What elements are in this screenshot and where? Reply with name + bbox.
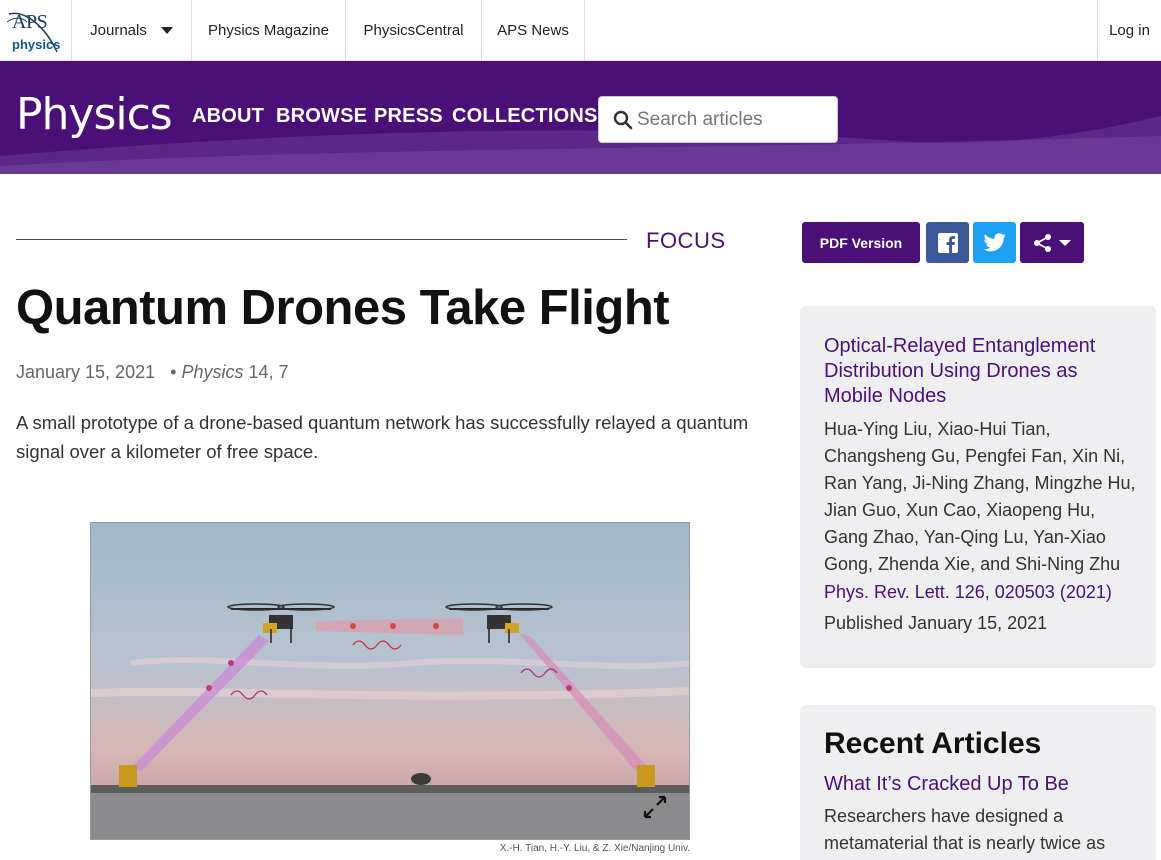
journals-label: Journals — [90, 22, 147, 39]
article-summary: A small prototype of a drone-based quant… — [16, 412, 749, 462]
journals-menu[interactable]: Journals — [72, 0, 192, 61]
physics-magazine-label: Physics Magazine — [208, 22, 329, 39]
search-icon — [613, 110, 633, 130]
facebook-icon — [937, 232, 958, 253]
expand-icon[interactable] — [641, 793, 669, 821]
article-title: Quantum Drones Take Flight — [16, 281, 670, 335]
nav-about[interactable]: ABOUT — [192, 105, 264, 128]
section-label[interactable]: FOCUS — [646, 228, 726, 254]
article-meta: January 15, 2021 • Physics 14, 7 — [16, 362, 289, 383]
aps-logo-text: APS — [12, 11, 48, 33]
recent-article-link[interactable]: What It’s Cracked Up To Be — [824, 773, 1069, 796]
chevron-down-icon — [160, 27, 173, 34]
nav-browse[interactable]: BROWSE — [276, 105, 367, 128]
aps-logo[interactable]: APS physics — [0, 0, 72, 61]
paper-authors: Hua-Ying Liu, Xiao-Hui Tian, Changsheng … — [824, 419, 1136, 574]
twitter-icon — [983, 232, 1006, 251]
nav-press[interactable]: PRESS — [374, 105, 443, 128]
original-paper-box: Optical-Relayed Entanglement Distributio… — [800, 306, 1156, 668]
physics-central-link[interactable]: PhysicsCentral — [346, 0, 482, 61]
recent-articles-box: Recent Articles What It’s Cracked Up To … — [800, 705, 1156, 860]
share-icon — [1034, 233, 1051, 252]
login-label: Log in — [1109, 22, 1150, 39]
paper-published-date: Published January 15, 2021 — [824, 613, 1048, 633]
site-header: Physics ABOUT BROWSE PRESS COLLECTIONS — [0, 61, 1161, 174]
aps-news-label: APS News — [497, 22, 569, 39]
paper-reference-link[interactable]: Phys. Rev. Lett. 126, 020503 (2021) — [824, 582, 1112, 603]
drone-network-image — [91, 523, 689, 839]
share-menu-button[interactable] — [1020, 222, 1084, 263]
search-input[interactable] — [637, 105, 829, 135]
chevron-down-icon — [1059, 239, 1071, 246]
pdf-version-button[interactable]: PDF Version — [802, 222, 920, 263]
recent-articles-heading: Recent Articles — [824, 727, 1042, 760]
login-link[interactable]: Log in — [1097, 0, 1161, 61]
search-box[interactable] — [598, 96, 838, 143]
paper-title-link[interactable]: Optical-Relayed Entanglement Distributio… — [824, 334, 1134, 409]
figure-credit: X.-H. Tian, H.-Y. Liu, & Z. Xie/Nanjing … — [499, 843, 690, 854]
aps-top-bar: APS physics Journals Physics Magazine Ph… — [0, 0, 1161, 61]
physics-logo[interactable]: Physics — [16, 89, 173, 140]
recent-article-summary: Researchers have designed a metamaterial… — [824, 806, 1106, 853]
nav-collections[interactable]: COLLECTIONS — [452, 105, 598, 128]
physics-magazine-link[interactable]: Physics Magazine — [192, 0, 346, 61]
twitter-share-button[interactable] — [973, 222, 1016, 263]
article-date: January 15, 2021 — [16, 362, 156, 382]
section-divider — [16, 239, 627, 240]
aps-news-link[interactable]: APS News — [482, 0, 585, 61]
physics-central-label: PhysicsCentral — [363, 22, 464, 39]
aps-logo-sub: physics — [12, 37, 61, 52]
facebook-share-button[interactable] — [926, 222, 969, 263]
article-volume: 14, 7 — [243, 362, 289, 382]
meta-separator: • — [160, 362, 182, 382]
article-figure[interactable] — [90, 522, 690, 840]
article-journal: Physics — [181, 362, 244, 382]
